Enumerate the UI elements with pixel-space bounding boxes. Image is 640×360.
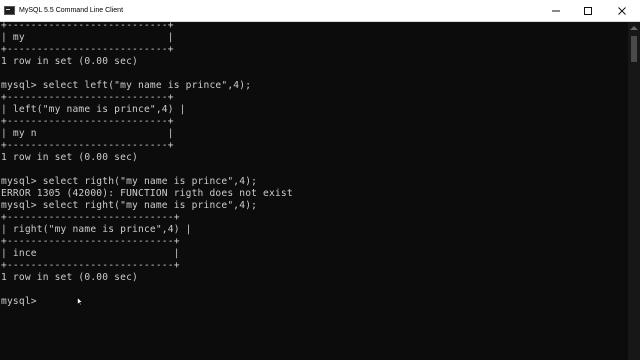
console-line: +---------------------------+ [1,22,174,31]
vertical-scrollbar[interactable] [628,22,640,360]
minimize-button[interactable] [540,0,572,22]
console-line: mysql> select left("my name is prince",4… [1,80,252,91]
console-line: 1 row in set (0.00 sec) [1,152,138,163]
console-line: | ince | [1,248,180,259]
maximize-button[interactable] [572,0,604,22]
console-line: 1 row in set (0.00 sec) [1,56,138,67]
console-line: | right("my name is prince",4) | [1,224,192,235]
window-title: MySQL 5.5 Command Line Client [19,7,124,14]
console-line: +---------------------------+ [1,116,174,127]
close-icon [618,6,626,15]
window-titlebar[interactable]: MySQL 5.5 Command Line Client [0,0,640,22]
minimize-icon [552,7,560,15]
console-output[interactable]: +---------------------------+ | my | +--… [0,22,628,360]
console-line: | my | [1,32,174,43]
close-button[interactable] [604,0,640,22]
console-line: +---------------------------+ [1,92,174,103]
mysql-prompt[interactable]: mysql> [1,296,37,308]
console-line: 1 row in set (0.00 sec) [1,272,138,283]
console-line: | left("my name is prince",4) | [1,104,186,115]
console-line: mysql> select rigth("my name is prince",… [1,176,258,187]
scroll-up-icon[interactable] [630,26,638,30]
console-line: ERROR 1305 (42000): FUNCTION rigth does … [1,188,293,199]
scrollbar-thumb[interactable] [631,36,637,62]
maximize-icon [584,6,592,15]
console-line: mysql> select right("my name is prince",… [1,200,258,211]
console-line: +----------------------------+ [1,212,180,223]
console-app-icon[interactable] [4,6,15,15]
console-line: +----------------------------+ [1,236,180,247]
console-line: +----------------------------+ [1,260,180,271]
console-line: +---------------------------+ [1,44,174,55]
console-line: | my n | [1,128,174,139]
console-line: +---------------------------+ [1,140,174,151]
